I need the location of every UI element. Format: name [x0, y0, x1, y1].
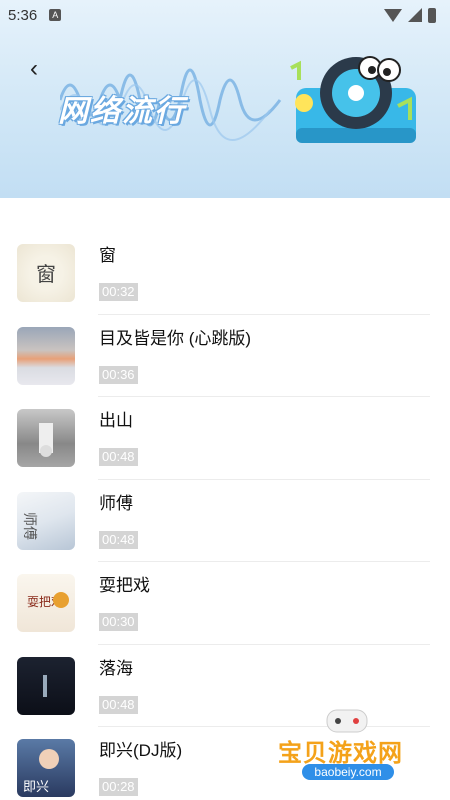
turntable-mascot-icon: [290, 56, 416, 143]
song-title: 窗: [99, 246, 116, 265]
watermark-url: baobeiy.com: [302, 764, 394, 780]
song-item[interactable]: 耍把戏 耍把戏 00:30: [0, 562, 450, 645]
cover-text: 窗: [36, 262, 56, 286]
song-title: 出山: [99, 411, 133, 430]
song-duration: 00:48: [99, 530, 138, 549]
song-cover: 窗: [17, 244, 75, 302]
song-item[interactable]: 师傅 师傅 00:48: [0, 480, 450, 562]
watermark: 宝贝游戏网 baobeiy.com: [272, 700, 422, 790]
song-duration: 00:28: [99, 778, 138, 796]
song-duration: 00:30: [99, 613, 138, 631]
status-time: 5:36: [8, 6, 38, 24]
back-button[interactable]: ‹: [22, 55, 46, 83]
song-item[interactable]: 窗 窗 00:32: [0, 232, 450, 315]
status-bar: 5:36 A: [0, 0, 450, 30]
song-duration: 00:36: [99, 365, 138, 384]
chevron-left-icon: ‹: [30, 55, 38, 82]
song-duration: 00:48: [99, 448, 138, 466]
song-cover: 即兴: [17, 739, 75, 797]
song-title: 师傅: [99, 493, 133, 513]
cellular-signal-icon: [408, 8, 422, 22]
song-cover: 师傅: [17, 491, 75, 550]
song-title: 即兴(DJ版): [99, 741, 183, 760]
page-title: 网络流行: [58, 95, 186, 128]
song-item[interactable]: 出山 00:48: [0, 397, 450, 480]
song-cover: [17, 656, 75, 715]
song-cover: [17, 409, 75, 467]
song-title: 落海: [99, 658, 133, 678]
cover-text: 即兴: [23, 780, 49, 795]
song-cover: [17, 326, 75, 385]
song-duration: 00:48: [99, 695, 138, 714]
song-item[interactable]: 目及皆是你 (心跳版) 00:36: [0, 315, 450, 397]
song-title: 耍把戏: [99, 576, 150, 595]
song-title: 目及皆是你 (心跳版): [99, 328, 252, 348]
wifi-icon: [384, 8, 402, 22]
notification-a-icon: A: [49, 9, 62, 21]
cover-text: 师傅: [21, 512, 37, 540]
watermark-brand: 宝贝游戏网: [278, 740, 403, 767]
battery-icon: [428, 7, 436, 23]
song-duration: 00:32: [99, 283, 138, 301]
song-cover: 耍把戏: [17, 574, 75, 632]
